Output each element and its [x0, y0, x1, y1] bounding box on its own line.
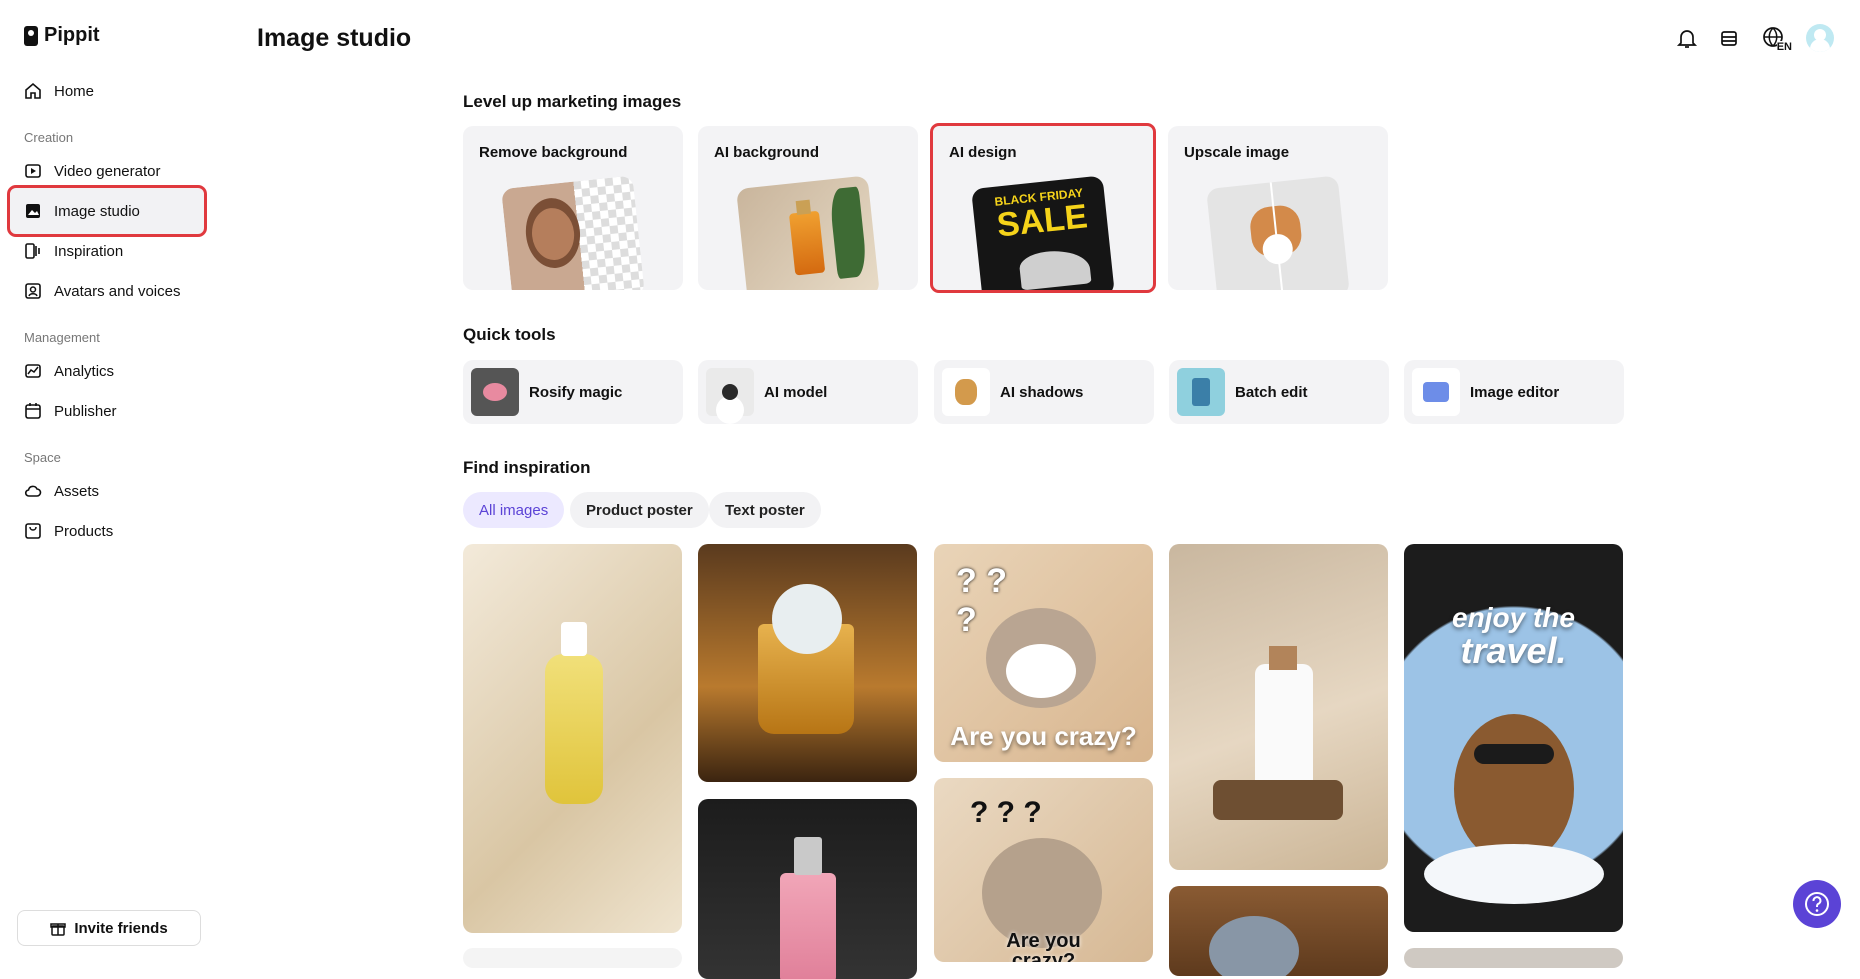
- ai-background-card[interactable]: AI background: [698, 126, 918, 290]
- sidebar-item-products[interactable]: Products: [10, 508, 204, 554]
- remove-background-card[interactable]: Remove background: [463, 126, 683, 290]
- sidebar-item-label: Image studio: [54, 202, 140, 220]
- sidebar-item-label: Video generator: [54, 162, 161, 180]
- remove-background-preview-image: [501, 175, 645, 290]
- inspiration-tile-partial-2[interactable]: [1404, 948, 1623, 968]
- help-question-icon: [1805, 892, 1829, 916]
- inspiration-tile-lotion-bottle[interactable]: [1169, 544, 1388, 870]
- avatar-voice-icon: [25, 283, 41, 299]
- tool-label: Batch edit: [1235, 383, 1308, 401]
- sidebar-item-label: Avatars and voices: [54, 282, 181, 300]
- card-label: Remove background: [479, 144, 628, 161]
- sidebar-item-label: Publisher: [54, 402, 117, 420]
- ai-shadows-tool[interactable]: AI shadows: [934, 360, 1154, 424]
- upscale-preview-image: [1206, 175, 1350, 290]
- travel-text-line2: travel.: [1460, 630, 1567, 671]
- subscription-icon[interactable]: [1716, 25, 1742, 51]
- section-label-creation: Creation: [24, 130, 74, 145]
- inspiration-tile-cat-crazy-2[interactable]: ? ? ? Are you crazy?: [934, 778, 1153, 962]
- calendar-icon: [25, 403, 41, 419]
- upscale-image-card[interactable]: Upscale image: [1168, 126, 1388, 290]
- cloud-icon: [24, 485, 42, 497]
- top-toolbar: EN: [1674, 24, 1834, 53]
- card-label: AI design: [949, 144, 1017, 161]
- filter-text-poster[interactable]: Text poster: [709, 492, 821, 528]
- cat-caption-text: Are you crazy?: [950, 721, 1137, 751]
- help-button[interactable]: [1793, 880, 1841, 928]
- language-globe-icon[interactable]: EN: [1758, 25, 1792, 53]
- ai-design-card[interactable]: AI design BLACK FRIDAY SALE: [930, 123, 1156, 293]
- ai-shadows-thumbnail: [942, 368, 990, 416]
- filter-product-poster[interactable]: Product poster: [570, 492, 709, 528]
- home-icon: [25, 82, 41, 99]
- inspiration-tile-whisky-glass[interactable]: [698, 544, 917, 782]
- ai-model-thumbnail: [706, 368, 754, 416]
- ai-design-preview-image: BLACK FRIDAY SALE: [971, 175, 1115, 290]
- inspiration-tile-cartoon-cat[interactable]: [1169, 886, 1388, 976]
- user-avatar[interactable]: [1806, 24, 1834, 52]
- section-label-management: Management: [24, 330, 100, 345]
- inspiration-icon: [25, 243, 40, 259]
- rosify-thumbnail: [471, 368, 519, 416]
- sidebar-item-label: Home: [54, 82, 95, 100]
- notification-bell-icon[interactable]: [1674, 25, 1700, 51]
- inspiration-tile-travel-beaver[interactable]: enjoy the travel.: [1404, 544, 1623, 932]
- ai-model-tool[interactable]: AI model: [698, 360, 918, 424]
- gift-icon: [50, 923, 67, 936]
- tool-label: AI model: [764, 383, 828, 401]
- cat-caption-text-line2: crazy?: [1011, 950, 1076, 962]
- marketing-heading: Level up marketing images: [463, 92, 682, 111]
- ai-background-preview-image: [736, 175, 880, 290]
- batch-edit-thumbnail: [1177, 368, 1225, 416]
- rosify-magic-tool[interactable]: Rosify magic: [463, 360, 683, 424]
- analytics-icon: [25, 364, 41, 378]
- sidebar-item-publisher[interactable]: Publisher: [10, 388, 204, 434]
- inspiration-tile-partial[interactable]: [463, 948, 682, 968]
- video-add-icon: [25, 164, 41, 178]
- sidebar-item-home[interactable]: Home: [10, 68, 204, 114]
- page-title: Image studio: [257, 24, 412, 52]
- brand-name: Pippit: [44, 24, 100, 46]
- filter-all-images[interactable]: All images: [463, 492, 565, 528]
- sale-text: SALE: [995, 197, 1090, 245]
- inspiration-tile-oil-bottle[interactable]: [463, 544, 682, 933]
- section-label-space: Space: [24, 450, 61, 465]
- batch-edit-tool[interactable]: Batch edit: [1169, 360, 1389, 424]
- sidebar-item-label: Assets: [54, 482, 100, 500]
- card-label: Upscale image: [1184, 144, 1290, 161]
- invite-label: Invite friends: [74, 919, 168, 937]
- quick-tools-heading: Quick tools: [463, 325, 556, 344]
- brand-logo[interactable]: Pippit: [24, 24, 100, 47]
- tool-label: AI shadows: [1000, 383, 1084, 401]
- image-studio-icon: [26, 204, 40, 218]
- sidebar-item-label: Products: [54, 522, 114, 540]
- image-editor-thumbnail: [1412, 368, 1460, 416]
- pippit-logo-icon: [24, 25, 38, 46]
- sidebar-item-label: Analytics: [54, 362, 115, 380]
- sidebar: Pippit Home Creation Video generator Ima…: [0, 0, 214, 962]
- inspiration-tile-perfume[interactable]: [698, 799, 917, 979]
- find-inspiration-heading: Find inspiration: [463, 458, 591, 477]
- sidebar-item-label: Inspiration: [54, 242, 124, 260]
- sidebar-item-avatars[interactable]: Avatars and voices: [10, 268, 204, 314]
- product-box-icon: [25, 523, 41, 539]
- tool-label: Rosify magic: [529, 383, 623, 401]
- image-editor-tool[interactable]: Image editor: [1404, 360, 1624, 424]
- card-label: AI background: [714, 144, 820, 161]
- inspiration-tile-cat-crazy[interactable]: ? ? ? Are you crazy?: [934, 544, 1153, 762]
- tool-label: Image editor: [1470, 383, 1560, 401]
- invite-friends-button[interactable]: Invite friends: [17, 910, 201, 946]
- language-code: EN: [1776, 41, 1792, 53]
